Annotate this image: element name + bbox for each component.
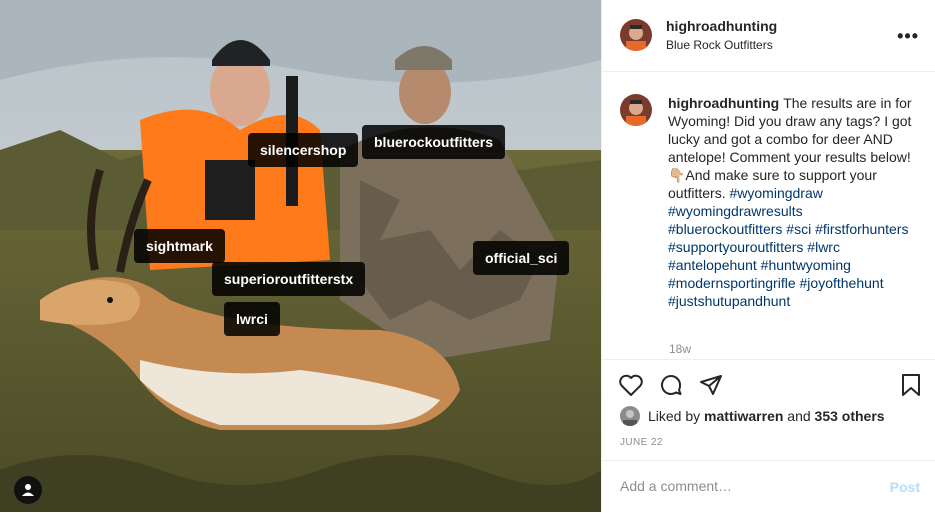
post-photo[interactable]: silencershop bluerockoutfitters sightmar… (0, 0, 601, 512)
bookmark-icon[interactable] (898, 372, 924, 398)
hashtag[interactable]: #wyomingdrawresults (668, 203, 803, 219)
hashtag[interactable]: #firstforhunters (815, 221, 908, 237)
hashtag[interactable]: #justshutupandhunt (668, 293, 790, 309)
post-date[interactable]: JUNE 22 (620, 437, 663, 448)
photo-tag-lwrci[interactable]: lwrci (224, 302, 280, 336)
hashtag[interactable]: #wyomingdraw (729, 185, 822, 201)
comment-bar: Post (602, 460, 935, 513)
hashtag[interactable]: #sci (786, 221, 811, 237)
comment-input[interactable] (618, 477, 872, 495)
hashtag[interactable]: #bluerockoutfitters (668, 221, 782, 237)
comment-icon[interactable] (658, 372, 684, 398)
hashtag[interactable]: #modernsportingrifle (668, 275, 796, 291)
heart-icon[interactable] (618, 372, 644, 398)
post-comment-button[interactable]: Post (890, 479, 920, 495)
hashtag[interactable]: #huntwyoming (761, 257, 851, 273)
likes-others[interactable]: 353 others (815, 408, 885, 424)
share-icon[interactable] (698, 372, 724, 398)
photo-tag-superioroutfitterstx[interactable]: superioroutfitterstx (212, 262, 366, 296)
caption-avatar[interactable] (620, 94, 652, 126)
post-side-panel: highroadhunting Blue Rock Outfitters •••… (601, 0, 935, 512)
likes-summary: Liked by mattiwarren and 353 others (620, 406, 885, 426)
photo-tag-official-sci[interactable]: official_sci (473, 241, 570, 275)
user-tags-icon[interactable] (14, 476, 42, 504)
post-header: highroadhunting Blue Rock Outfitters ••• (602, 0, 935, 72)
location-link[interactable]: Blue Rock Outfitters (666, 38, 773, 52)
hashtag[interactable]: #antelopehunt (668, 257, 757, 273)
more-options-icon[interactable]: ••• (897, 26, 919, 47)
author-avatar[interactable] (620, 19, 652, 51)
photo-tag-silencershop[interactable]: silencershop (248, 133, 359, 167)
caption-text: highroadhunting The results are in for Wy… (668, 94, 918, 310)
photo-tag-bluerockoutfitters[interactable]: bluerockoutfitters (362, 125, 506, 159)
likes-and: and (787, 408, 811, 424)
action-bar (602, 359, 935, 396)
caption-username[interactable]: highroadhunting (668, 95, 779, 111)
photo-tag-sightmark[interactable]: sightmark (134, 229, 225, 263)
hashtag[interactable]: #supportyouroutfitters (668, 239, 803, 255)
hashtag[interactable]: #joyofthehunt (800, 275, 884, 291)
liker-username[interactable]: mattiwarren (704, 408, 783, 424)
hashtag[interactable]: #lwrc (807, 239, 840, 255)
author-username[interactable]: highroadhunting (666, 18, 777, 34)
liker-avatar[interactable] (620, 406, 640, 426)
caption-age[interactable]: 18w (669, 342, 691, 356)
likes-prefix: Liked by (648, 408, 701, 424)
